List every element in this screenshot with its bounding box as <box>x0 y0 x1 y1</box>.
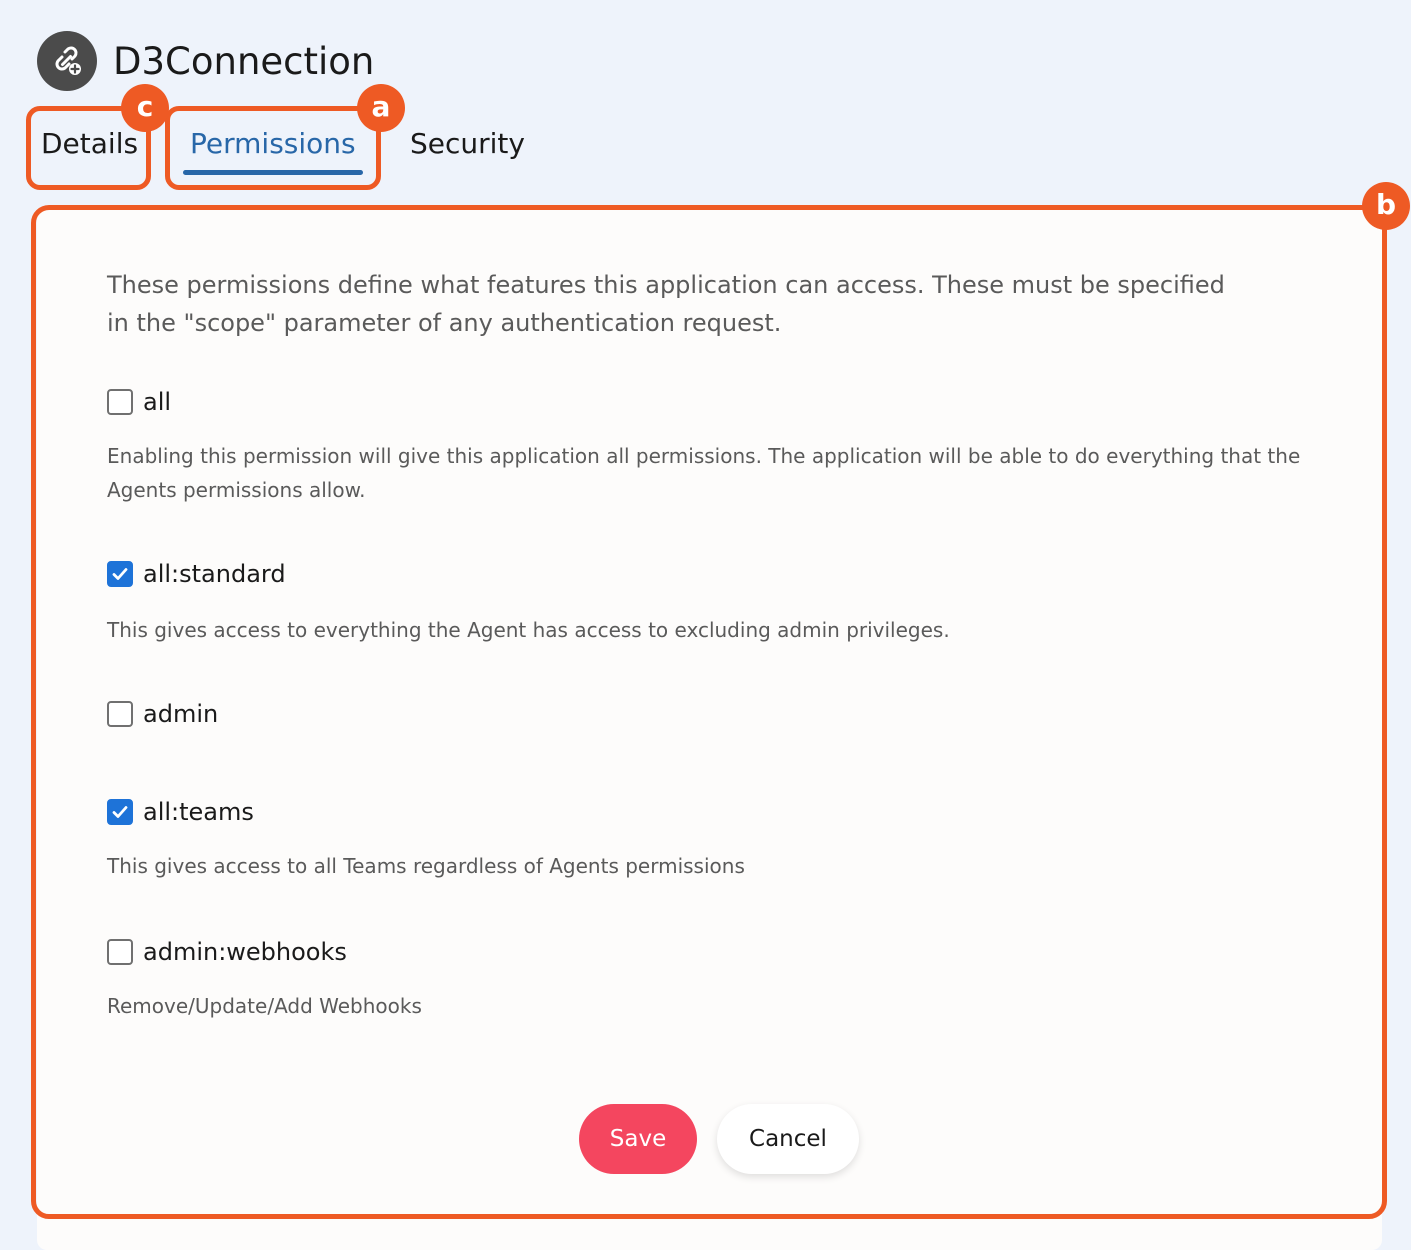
permissions-panel <box>37 210 1382 1250</box>
checkbox-admin[interactable] <box>107 701 133 727</box>
link-add-icon <box>55 46 81 75</box>
permission-label: all <box>143 388 172 416</box>
permission-label: all:standard <box>143 560 286 588</box>
tab-permissions[interactable]: Permissions <box>190 124 356 164</box>
permission-admin-webhooks: admin:webhooks <box>107 935 347 969</box>
app-icon <box>37 31 97 91</box>
permission-label: admin <box>143 700 219 728</box>
permission-description: This gives access to all Teams regardles… <box>107 854 745 878</box>
permission-description: Enabling this permission will give this … <box>107 444 1301 502</box>
permission-all: all <box>107 385 171 419</box>
permission-description: This gives access to everything the Agen… <box>107 618 950 642</box>
permissions-intro: These permissions define what features t… <box>107 271 1225 337</box>
permission-description: Remove/Update/Add Webhooks <box>107 994 422 1018</box>
checkmark-icon <box>112 806 128 818</box>
cancel-button[interactable]: Cancel <box>717 1104 859 1174</box>
checkbox-all[interactable] <box>107 389 133 415</box>
tab-details[interactable]: Details <box>41 124 138 164</box>
tab-security[interactable]: Security <box>410 124 525 164</box>
annotation-marker-c: c <box>121 84 169 132</box>
permission-label: admin:webhooks <box>143 938 347 966</box>
checkbox-admin-webhooks[interactable] <box>107 939 133 965</box>
permission-label: all:teams <box>143 798 254 826</box>
checkbox-all-teams[interactable] <box>107 799 133 825</box>
save-button[interactable]: Save <box>579 1104 697 1174</box>
checkbox-all-standard[interactable] <box>107 561 133 587</box>
permission-admin: admin <box>107 697 218 731</box>
active-tab-indicator <box>183 170 363 175</box>
permission-all-teams: all:teams <box>107 795 254 829</box>
annotation-marker-a: a <box>357 84 405 132</box>
annotation-marker-b: b <box>1362 182 1410 230</box>
checkmark-icon <box>112 568 128 580</box>
permission-all-standard: all:standard <box>107 557 286 591</box>
app-title: D3Connection <box>113 40 375 83</box>
